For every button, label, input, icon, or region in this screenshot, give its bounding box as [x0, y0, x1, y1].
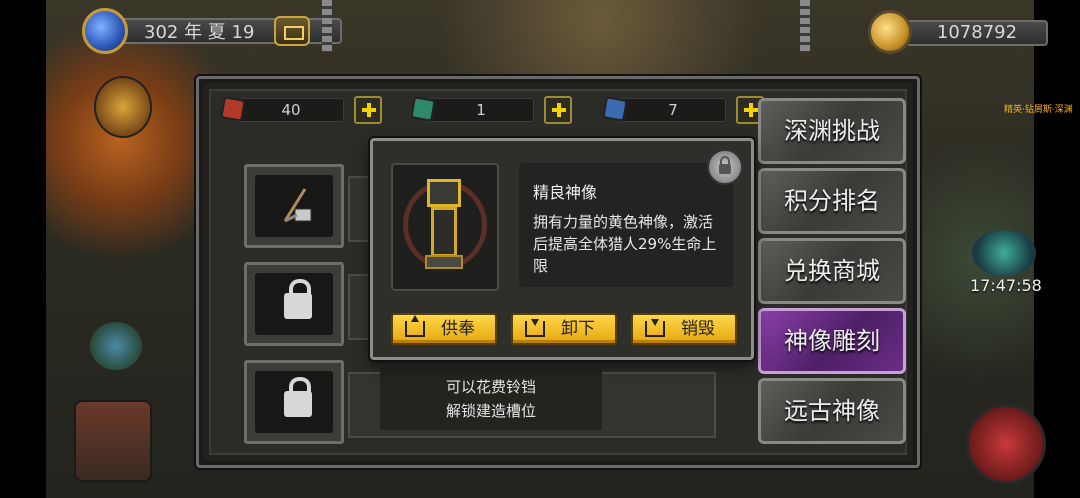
- chain-right: [800, 0, 810, 52]
- blue-gem-icon: [602, 96, 628, 122]
- yellow-statue-icon: [423, 179, 465, 273]
- gold-coin-icon: [868, 10, 912, 54]
- map-location-label: 精英·钻屑斯·深渊: [1004, 105, 1073, 115]
- item-name: 精良神像: [533, 183, 598, 202]
- offer-button[interactable]: 供奉: [391, 313, 497, 345]
- gold-amount: 1078792: [906, 20, 1048, 46]
- add-red-gem-button[interactable]: [354, 96, 382, 124]
- unlock-slot-hint[interactable]: 可以花费铃铛 解锁建造槽位: [380, 368, 602, 430]
- calendar-button[interactable]: [274, 16, 310, 46]
- carving-slot-1[interactable]: [244, 164, 344, 248]
- tab-ancient-statue[interactable]: 远古神像: [758, 378, 906, 444]
- slot-well: [255, 273, 333, 335]
- statue-detail-popup: 精良神像 拥有力量的黄色神像，激活后提高全体猎人29%生命上限 供奉 卸下 销毁: [370, 138, 754, 360]
- boss-avatar-icon[interactable]: [972, 230, 1036, 276]
- carving-slot-3-locked[interactable]: [244, 360, 344, 444]
- tab-statue-carving[interactable]: 神像雕刻: [758, 308, 906, 374]
- screen-edge-right: [1034, 0, 1080, 498]
- resource-count: 1: [428, 98, 534, 122]
- padlock-toggle-icon[interactable]: [707, 149, 743, 185]
- map-building-icon[interactable]: [90, 322, 142, 370]
- castle-icon[interactable]: [74, 400, 152, 482]
- chain-left: [322, 0, 332, 52]
- lock-icon: [284, 377, 312, 417]
- tab-score-ranking[interactable]: 积分排名: [758, 168, 906, 234]
- unlock-hint-line2: 解锁建造槽位: [445, 402, 536, 420]
- tab-abyss-challenge[interactable]: 深渊挑战: [758, 98, 906, 164]
- event-timer: 17:47:58: [970, 276, 1042, 295]
- season-date-widget: 302 年 夏 19: [82, 8, 342, 54]
- hammer-chisel-icon: [283, 188, 312, 223]
- destroy-button[interactable]: 销毁: [631, 313, 737, 345]
- upload-icon: [405, 315, 425, 337]
- red-gem-icon: [220, 96, 246, 122]
- add-green-gem-button[interactable]: [544, 96, 572, 124]
- resource-count: 40: [238, 98, 344, 122]
- green-gem-icon: [410, 96, 436, 122]
- tab-exchange-shop[interactable]: 兑换商城: [758, 238, 906, 304]
- unequip-button-label: 卸下: [561, 319, 595, 339]
- unequip-button[interactable]: 卸下: [511, 313, 617, 345]
- carving-slot-2-locked[interactable]: [244, 262, 344, 346]
- gold-counter: 1078792: [868, 10, 1048, 56]
- slot-well: [255, 371, 333, 433]
- download-icon: [525, 319, 545, 337]
- unlock-hint-line1: 可以花费铃铛: [445, 378, 536, 396]
- shield-cross-icon[interactable]: [966, 404, 1046, 484]
- hunter-avatar-left[interactable]: [94, 76, 152, 138]
- destroy-button-label: 销毁: [681, 319, 715, 339]
- item-description: 拥有力量的黄色神像，激活后提高全体猎人29%生命上限: [533, 213, 717, 275]
- download-icon: [645, 319, 665, 337]
- statue-image-frame: [391, 163, 499, 291]
- offer-button-label: 供奉: [441, 319, 475, 339]
- screen-edge-left: [0, 0, 46, 498]
- slot-well: [255, 175, 333, 237]
- moon-icon: [82, 8, 128, 54]
- resource-count: 7: [620, 98, 726, 122]
- lock-icon: [284, 279, 312, 319]
